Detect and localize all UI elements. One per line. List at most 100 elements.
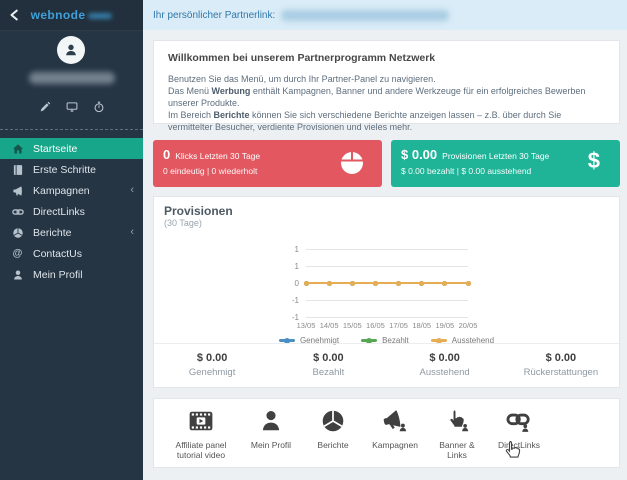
sidebar-item-label: Startseite (33, 142, 78, 155)
sidebar-item-directlinks[interactable]: DirectLinks (0, 201, 143, 222)
chart-title: Provisionen (164, 204, 233, 218)
edit-pencil-icon[interactable] (39, 100, 51, 112)
monitor-icon[interactable] (66, 100, 78, 112)
chart-gridline (306, 249, 468, 250)
user-icon (11, 268, 24, 281)
username-blurred (29, 72, 115, 84)
shortcut-label: Affiliate panel tutorial video (175, 440, 227, 460)
shortcut-label: Banner & Links (439, 440, 475, 460)
summary-label: Bezahlt (312, 367, 345, 378)
sidebar-item-mein-profil[interactable]: Mein Profil (0, 264, 143, 285)
welcome-line-2: Das Menü Werbung enthält Kampagnen, Bann… (168, 85, 605, 109)
sidebar-item-erste-schritte[interactable]: Erste Schritte (0, 159, 143, 180)
clicks-value: 0 (163, 147, 171, 162)
summary-label: Rückerstattungen (523, 367, 599, 378)
stopwatch-icon[interactable] (93, 100, 105, 113)
pie-chart-icon (11, 226, 24, 239)
commissions-stat-tile: $ 0.00 Provisionen Letzten 30 Tage $ 0.0… (391, 140, 620, 187)
welcome-title: Willkommen bei unserem Partnerprogramm N… (168, 52, 436, 64)
x-axis-tick-label: 14/05 (319, 321, 339, 330)
y-axis-tick-label: 1 (294, 262, 299, 271)
pie-chart-icon (302, 408, 364, 438)
shortcut-mein-profil[interactable]: Mein Profil (240, 408, 302, 467)
chart-data-point (326, 280, 332, 286)
welcome-line-2-bold: Werbung (211, 86, 251, 96)
chart-data-point (303, 280, 309, 286)
mouse-cursor-pointer (505, 440, 521, 458)
legend-swatch (361, 337, 378, 344)
legend-swatch (430, 337, 447, 344)
shortcut-label: Kampagnen (372, 440, 418, 450)
chart-gridline (306, 266, 468, 267)
y-axis-tick-label: 0 (294, 279, 299, 288)
y-axis-tick-label: -1 (291, 296, 299, 305)
summary-value: $ 0.00 (313, 352, 344, 364)
legend-swatch (278, 337, 295, 344)
sidebar-item-startseite[interactable]: Startseite (0, 138, 143, 159)
mouse-icon (341, 151, 363, 174)
sidebar: webnode Startseite Erste Schritte Kampag… (0, 0, 143, 480)
book-icon (11, 163, 24, 176)
chart-data-point (396, 280, 402, 286)
chain-links-icon (488, 408, 550, 438)
welcome-line-2-pre: Das Menü (168, 86, 212, 96)
dollar-icon: $ (587, 148, 600, 173)
x-axis-tick-label: 20/05 (458, 321, 478, 330)
megaphone-icon (364, 408, 426, 438)
summary-rueckerstattungen: $ 0.00 Rückerstattungen (503, 344, 619, 387)
chart-subtitle: (30 Tage) (164, 218, 202, 228)
provisions-chart-card: Provisionen (30 Tage) 1 1 0 -1 -1 13/05 14/05… (153, 196, 620, 388)
clicks-stat-tile: 0 Klicks Letzten 30 Tage 0 eindeutig | 0… (153, 140, 382, 187)
chevron-left-icon: ‹ (130, 225, 134, 238)
welcome-line-3-pre: Im Bereich (168, 110, 214, 120)
sidebar-header: webnode (0, 0, 143, 31)
summary-ausstehend: $ 0.00 Ausstehend (387, 344, 503, 387)
shortcut-banner-links[interactable]: Banner & Links (426, 408, 488, 467)
avatar (57, 36, 85, 64)
partner-link-bar: Ihr persönlicher Partnerlink: (143, 0, 627, 30)
welcome-line-3-bold: Berichte (213, 110, 250, 120)
chart-data-point (372, 280, 378, 286)
summary-label: Genehmigt (188, 367, 236, 378)
chart-data-point (465, 280, 471, 286)
shortcut-label: Mein Profil (250, 440, 292, 450)
welcome-card: Willkommen bei unserem Partnerprogramm N… (153, 40, 620, 132)
summary-row: $ 0.00 Genehmigt $ 0.00 Bezahlt $ 0.00 A… (154, 343, 619, 387)
chart-x-axis: 13/05 14/05 15/05 16/05 17/05 18/05 19/05 20/05 (297, 321, 478, 331)
sidebar-item-label: DirectLinks (33, 205, 85, 218)
sidebar-item-kampagnen[interactable]: Kampagnen ‹ (0, 180, 143, 201)
chart-plot-area: 1 1 0 -1 -1 (292, 245, 471, 322)
summary-value: $ 0.00 (429, 352, 460, 364)
shortcut-berichte[interactable]: Berichte (302, 408, 364, 467)
welcome-line-3: Im Bereich Berichte können Sie sich vers… (168, 109, 605, 133)
summary-bezahlt: $ 0.00 Bezahlt (270, 344, 386, 387)
film-icon (162, 408, 240, 438)
sidebar-item-label: Mein Profil (33, 268, 83, 281)
y-axis-tick-label: 1 (294, 245, 299, 254)
summary-genehmigt: $ 0.00 Genehmigt (154, 344, 270, 387)
shortcut-tutorial-video[interactable]: Affiliate panel tutorial video (162, 408, 240, 467)
x-axis-tick-label: 16/05 (366, 321, 385, 330)
sidebar-item-label: Erste Schritte (33, 163, 97, 176)
sidebar-item-label: ContactUs (33, 247, 83, 260)
shortcut-label: Berichte (317, 440, 349, 450)
shortcuts-card: Affiliate panel tutorial video Mein Prof… (153, 398, 620, 468)
chart-gridline (306, 317, 468, 318)
sidebar-divider (0, 129, 143, 130)
home-icon (11, 142, 24, 155)
summary-label: Ausstehend (419, 367, 470, 378)
shortcut-kampagnen[interactable]: Kampagnen (364, 408, 426, 467)
back-chevron-icon[interactable] (8, 8, 22, 22)
profile-action-icons (0, 100, 143, 113)
welcome-line-1: Benutzen Sie das Menü, um durch Ihr Part… (168, 74, 436, 84)
summary-value: $ 0.00 (196, 352, 228, 364)
sidebar-menu: Startseite Erste Schritte Kampagnen ‹ Di… (0, 138, 143, 285)
sidebar-item-contactus[interactable]: @ ContactUs (0, 243, 143, 264)
partner-link-blurred[interactable] (281, 9, 450, 21)
sidebar-item-berichte[interactable]: Berichte ‹ (0, 222, 143, 243)
commissions-label: Provisionen Letzten 30 Tage (442, 151, 550, 161)
chart-data-point (419, 280, 425, 286)
x-axis-tick-label: 19/05 (435, 321, 455, 330)
user-icon (66, 44, 76, 56)
sidebar-item-label: Kampagnen (33, 184, 90, 197)
